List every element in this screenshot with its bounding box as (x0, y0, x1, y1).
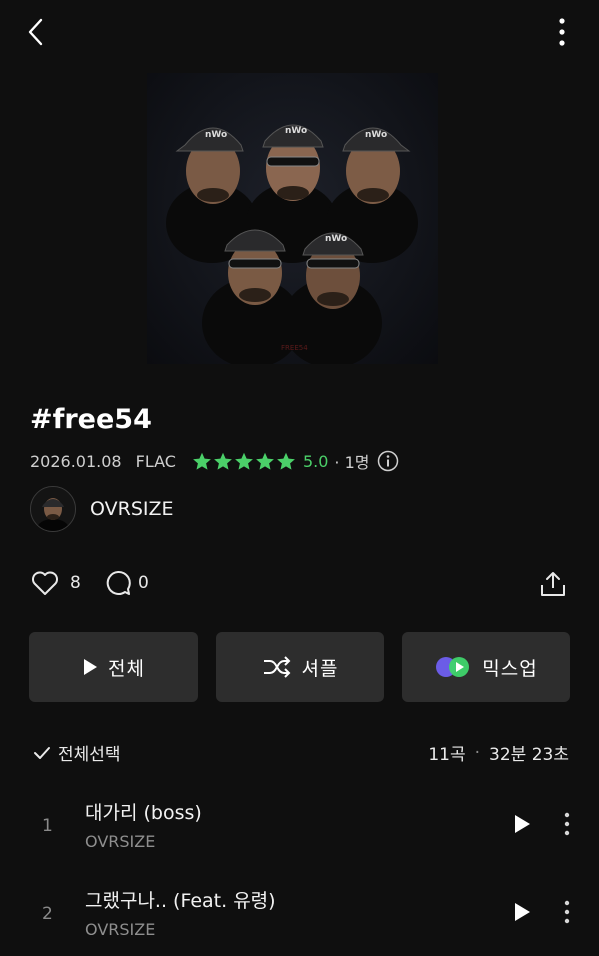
svg-text:nWo: nWo (285, 126, 307, 136)
play-icon (515, 903, 530, 921)
release-date: 2026.01.08 (30, 451, 122, 471)
track-summary: 11곡 · 32분 23초 (428, 740, 569, 766)
share-icon (541, 572, 565, 596)
album-title: #free54 (30, 404, 152, 435)
album-cover[interactable]: nWo nWo nWo nWo FREE54 (147, 73, 438, 364)
artist-row[interactable]: OVRSIZE (30, 486, 174, 532)
track-title: 대가리 (boss) (85, 802, 202, 824)
track-title: 그랬구나.. (Feat. 유령) (85, 890, 276, 912)
star-icon (256, 452, 274, 470)
star-icon (214, 452, 232, 470)
info-button[interactable] (377, 450, 399, 472)
mixup-button[interactable]: 믹스업 (402, 632, 570, 702)
star-icon (235, 452, 253, 470)
more-vertical-icon (564, 900, 570, 924)
comment-button[interactable]: 0 (104, 569, 149, 597)
album-meta: 2026.01.08 FLAC 5.0 · 1명 (30, 450, 399, 472)
mixup-icon (436, 657, 470, 677)
svg-text:nWo: nWo (325, 234, 347, 244)
play-icon (515, 815, 530, 833)
track-row[interactable]: 2 그랬구나.. (Feat. 유령) OVRSIZE (0, 876, 599, 956)
comment-count: 0 (138, 573, 149, 593)
more-options-button[interactable] (546, 14, 578, 50)
info-icon (378, 450, 399, 472)
like-button[interactable]: 8 (30, 569, 81, 597)
chevron-left-icon (28, 18, 43, 46)
svg-text:nWo: nWo (365, 130, 387, 140)
shuffle-button[interactable]: 셔플 (216, 632, 384, 702)
track-play-button[interactable] (508, 898, 536, 926)
back-button[interactable] (18, 14, 54, 50)
star-icon (193, 452, 211, 470)
artist-avatar (30, 486, 76, 532)
track-artist: OVRSIZE (85, 920, 156, 939)
track-play-button[interactable] (508, 810, 536, 838)
track-more-button[interactable] (556, 810, 578, 838)
shuffle-icon (263, 656, 290, 678)
track-artist: OVRSIZE (85, 832, 156, 851)
rating-count: · 1명 (334, 453, 370, 472)
more-vertical-icon (559, 18, 565, 46)
comment-icon (106, 570, 131, 595)
rating-stars[interactable] (192, 452, 297, 471)
track-count: 11곡 (428, 745, 466, 765)
star-icon (277, 452, 295, 470)
total-duration: 32분 23초 (489, 745, 569, 765)
more-vertical-icon (564, 812, 570, 836)
track-row[interactable]: 1 대가리 (boss) OVRSIZE (0, 788, 599, 868)
album-cover-art: nWo nWo nWo nWo FREE54 (166, 124, 418, 364)
check-icon (34, 746, 50, 759)
rating-score: 5.0 (302, 451, 329, 471)
track-number: 2 (42, 904, 53, 924)
track-more-button[interactable] (556, 898, 578, 926)
audio-format: FLAC (135, 451, 176, 471)
heart-icon (32, 571, 58, 595)
select-all-button[interactable]: 전체선택 (32, 740, 121, 765)
artist-name: OVRSIZE (90, 498, 174, 520)
track-number: 1 (42, 816, 53, 836)
svg-text:nWo: nWo (205, 130, 227, 140)
cover-text: FREE54 (281, 344, 308, 352)
play-all-button[interactable]: 전체 (29, 632, 198, 702)
share-button[interactable] (536, 567, 570, 601)
like-count: 8 (70, 573, 81, 593)
play-icon (84, 659, 98, 675)
